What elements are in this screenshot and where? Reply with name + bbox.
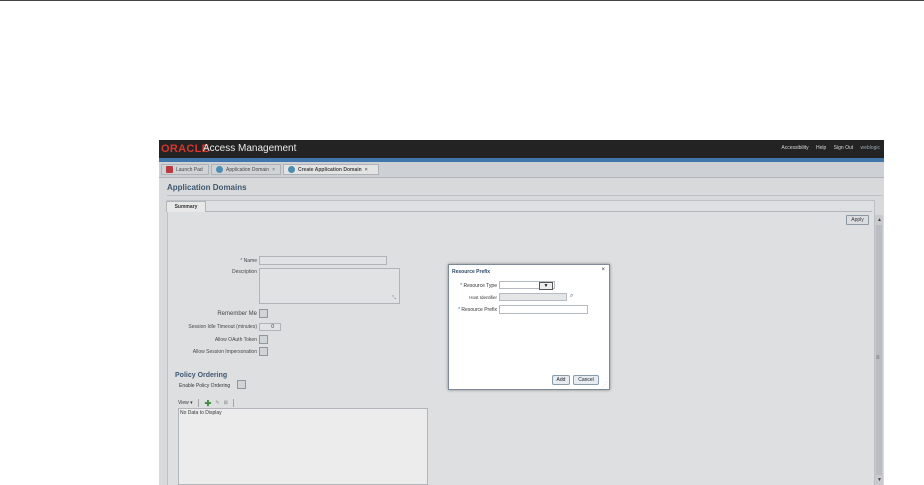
close-icon[interactable]: ×	[601, 267, 605, 273]
resize-handle-icon[interactable]: ⋰	[602, 382, 607, 388]
resource-prefix-dialog: Resource Prefix × * Resource Type ▼ Host…	[448, 264, 610, 390]
host-identifier-input[interactable]	[499, 293, 567, 301]
host-identifier-label: Host Identifier	[469, 295, 497, 300]
resource-prefix-label: * Resource Prefix	[458, 307, 497, 313]
dialog-title: Resource Prefix	[452, 269, 491, 275]
add-button[interactable]: Add	[552, 375, 570, 385]
resource-prefix-input[interactable]	[499, 305, 588, 314]
app-window: ORACLE Access Management Accessibility H…	[159, 140, 884, 485]
cancel-button[interactable]: Cancel	[573, 375, 599, 385]
top-divider	[0, 0, 924, 1]
chevron-down-icon[interactable]: ▼	[539, 282, 553, 290]
resource-type-select[interactable]: ▼	[499, 281, 555, 290]
resource-type-label: * Resource Type	[460, 283, 497, 289]
search-icon[interactable]: ⌕	[570, 293, 573, 300]
